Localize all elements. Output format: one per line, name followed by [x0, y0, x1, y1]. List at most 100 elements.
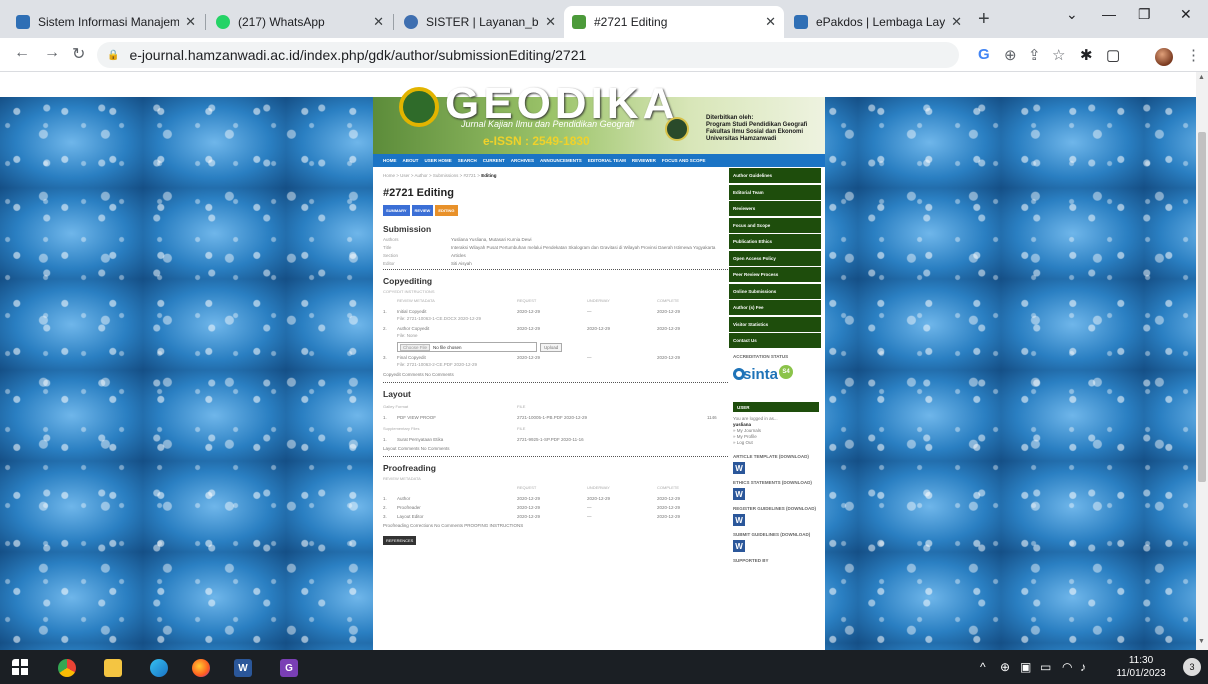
file-explorer-icon[interactable] [104, 659, 122, 677]
sidebar-item-editorial-team[interactable]: Editorial Team [729, 184, 821, 200]
wifi-icon[interactable]: ◠ [1062, 660, 1072, 674]
chrome-icon[interactable] [58, 659, 76, 677]
bookmark-star-icon[interactable]: ☆ [1052, 46, 1065, 64]
firefox-icon[interactable] [192, 659, 210, 677]
sidebar-item-peer-review[interactable]: Peer Review Process [729, 267, 821, 282]
volume-icon[interactable]: ♪ [1080, 660, 1086, 674]
word-document-icon[interactable]: W [733, 540, 745, 552]
nav-announcements[interactable]: ANNOUNCEMENTS [540, 158, 582, 163]
side-panel-icon[interactable]: ▢ [1106, 46, 1120, 64]
tab-summary[interactable]: SUMMARY [383, 205, 410, 216]
sidebar-item-publication-ethics[interactable]: Publication Ethics [729, 234, 821, 249]
close-tab-icon[interactable]: ✕ [951, 14, 962, 30]
file-input[interactable]: Choose File No file chosen [397, 342, 537, 352]
new-tab-button[interactable]: + [978, 8, 990, 31]
sidebar-item-author-guidelines[interactable]: Author Guidelines [729, 168, 821, 183]
share-icon[interactable]: ⇪ [1028, 46, 1041, 64]
proofreading-comments-link[interactable]: Proofreading Corrections No Comments PRO… [383, 521, 728, 530]
nav-user-home[interactable]: USER HOME [425, 158, 452, 163]
layout-heading: Layout [383, 389, 411, 399]
view-proof-link[interactable]: PDF VIEW PROOF [397, 415, 517, 420]
copyedit-comments-link[interactable]: Copyedit Comments No Comments [383, 370, 728, 379]
file-link[interactable]: File: 2721-10063-2-CE.PDF 2020-12-29 [383, 362, 728, 370]
zoom-icon[interactable]: ⊕ [1004, 46, 1017, 64]
editor-link[interactable]: Siti Aisyah [451, 261, 728, 266]
article-template-label: ARTICLE TEMPLATE (DOWNLOAD) [733, 454, 809, 459]
scroll-down-icon[interactable]: ▼ [1198, 638, 1205, 645]
tab-search-icon[interactable]: ⌄ [1066, 6, 1078, 23]
nav-editorial-team[interactable]: EDITORIAL TEAM [588, 158, 626, 163]
file-link[interactable]: File: 2721-10063-1-CE.DOCX 2020-12-29 [383, 316, 728, 324]
clock-date: 11/01/2023 [1116, 668, 1166, 679]
nav-focus-scope[interactable]: FOCUS AND SCOPE [662, 158, 706, 163]
edge-icon[interactable] [150, 659, 168, 677]
scroll-up-icon[interactable]: ▲ [1198, 74, 1205, 81]
sidebar-item-author-fee[interactable]: Author (s) Fee [729, 300, 821, 315]
word-icon[interactable]: W [234, 659, 252, 677]
lock-icon: 🔒 [107, 49, 120, 61]
supp-file-link[interactable]: Surat Pernyataan Etika [397, 437, 517, 442]
close-tab-icon[interactable]: ✕ [373, 14, 384, 30]
sidebar-item-focus-scope[interactable]: Focus and Scope [729, 217, 821, 233]
minimize-button[interactable]: — [1102, 6, 1116, 22]
nav-home[interactable]: HOME [383, 158, 397, 163]
sinta-badge[interactable]: sinta S4 [733, 362, 795, 388]
close-tab-icon[interactable]: ✕ [765, 14, 776, 30]
restore-button[interactable]: ❐ [1138, 6, 1151, 23]
log-out-link[interactable]: » Log Out [733, 440, 825, 446]
file-link[interactable]: 2721-10005-1-PB.PDF 2020-12-29 [517, 415, 707, 420]
tab-sistem-informasi[interactable]: Sistem Informasi Manajemen ✕ [8, 6, 204, 38]
nav-current[interactable]: CURRENT [483, 158, 505, 163]
word-document-icon[interactable]: W [733, 488, 745, 500]
sidebar-item-open-access[interactable]: Open Access Policy [729, 250, 821, 266]
layout-comments-link[interactable]: Layout Comments No Comments [383, 444, 728, 453]
battery-icon[interactable]: ▭ [1040, 660, 1051, 674]
sidebar-item-reviewers[interactable]: Reviewers [729, 201, 821, 216]
sidebar-item-visitor-statistics[interactable]: Visitor Statistics [729, 316, 821, 332]
upload-button[interactable]: Upload [540, 342, 563, 352]
forward-icon[interactable]: → [44, 44, 60, 62]
system-clock[interactable]: 11:30 11/01/2023 [1113, 654, 1169, 680]
nav-archives[interactable]: ARCHIVES [511, 158, 534, 163]
tray-chevron-icon[interactable]: ^ [980, 660, 986, 674]
back-icon[interactable]: ← [14, 44, 30, 62]
google-icon[interactable]: G [978, 46, 990, 63]
close-tab-icon[interactable]: ✕ [545, 14, 556, 30]
table-row: 2. Proofreader 2020-12-29—2020-12-29 [383, 505, 681, 510]
sister-icon [404, 15, 418, 29]
reload-icon[interactable]: ↻ [72, 44, 85, 64]
tab-epakdos[interactable]: ePakdos | Lembaga Layanan ✕ [786, 6, 970, 38]
page-scrollbar[interactable]: ▲ ▼ [1196, 72, 1208, 650]
nav-reviewer[interactable]: REVIEWER [632, 158, 656, 163]
word-document-icon[interactable]: W [733, 462, 745, 474]
close-tab-icon[interactable]: ✕ [185, 14, 196, 30]
choose-file-button[interactable]: Choose File [400, 343, 431, 351]
tab-review[interactable]: REVIEW [411, 205, 434, 216]
tab-sister[interactable]: SISTER | Layanan_bkd ✕ [396, 6, 564, 38]
word-document-icon[interactable]: W [733, 514, 745, 526]
sidebar-item-contact-us[interactable]: Contact Us [729, 333, 821, 348]
copyedit-instructions-link[interactable]: COPYEDIT INSTRUCTIONS [383, 289, 728, 294]
scrollbar-thumb[interactable] [1198, 132, 1206, 482]
references-button[interactable]: REFERENCES [383, 536, 417, 545]
extensions-icon[interactable]: ✱ [1080, 46, 1093, 64]
tray-app-icon[interactable]: ⊕ [1000, 660, 1010, 674]
profile-avatar[interactable] [1155, 48, 1173, 66]
nav-search[interactable]: SEARCH [458, 158, 477, 163]
notification-center-icon[interactable]: 3 [1183, 658, 1201, 676]
file-link[interactable]: 2721-9925-1-SP.PDF 2020-11-16 [517, 437, 584, 442]
pdf-app-icon[interactable]: G [280, 659, 298, 677]
address-bar[interactable]: 🔒 e-journal.hamzanwadi.ac.id/index.php/g… [97, 42, 959, 68]
tab-title: (217) WhatsApp [238, 15, 325, 29]
breadcrumb-links[interactable]: Home > User > Author > Submissions > #27… [383, 173, 480, 178]
menu-kebab-icon[interactable]: ⋮ [1186, 46, 1201, 64]
close-window-button[interactable]: ✕ [1180, 6, 1192, 23]
tab-whatsapp[interactable]: (217) WhatsApp ✕ [208, 6, 392, 38]
sidebar-item-online-submissions[interactable]: Online Submissions [729, 283, 821, 299]
tab-editing-active[interactable]: EDITING [435, 205, 458, 216]
tray-meet-icon[interactable]: ▣ [1020, 660, 1031, 674]
review-metadata-link[interactable]: REVIEW METADATA [383, 476, 728, 481]
windows-start-icon[interactable] [12, 659, 30, 677]
tab-editing[interactable]: #2721 Editing ✕ [564, 6, 784, 38]
nav-about[interactable]: ABOUT [403, 158, 419, 163]
